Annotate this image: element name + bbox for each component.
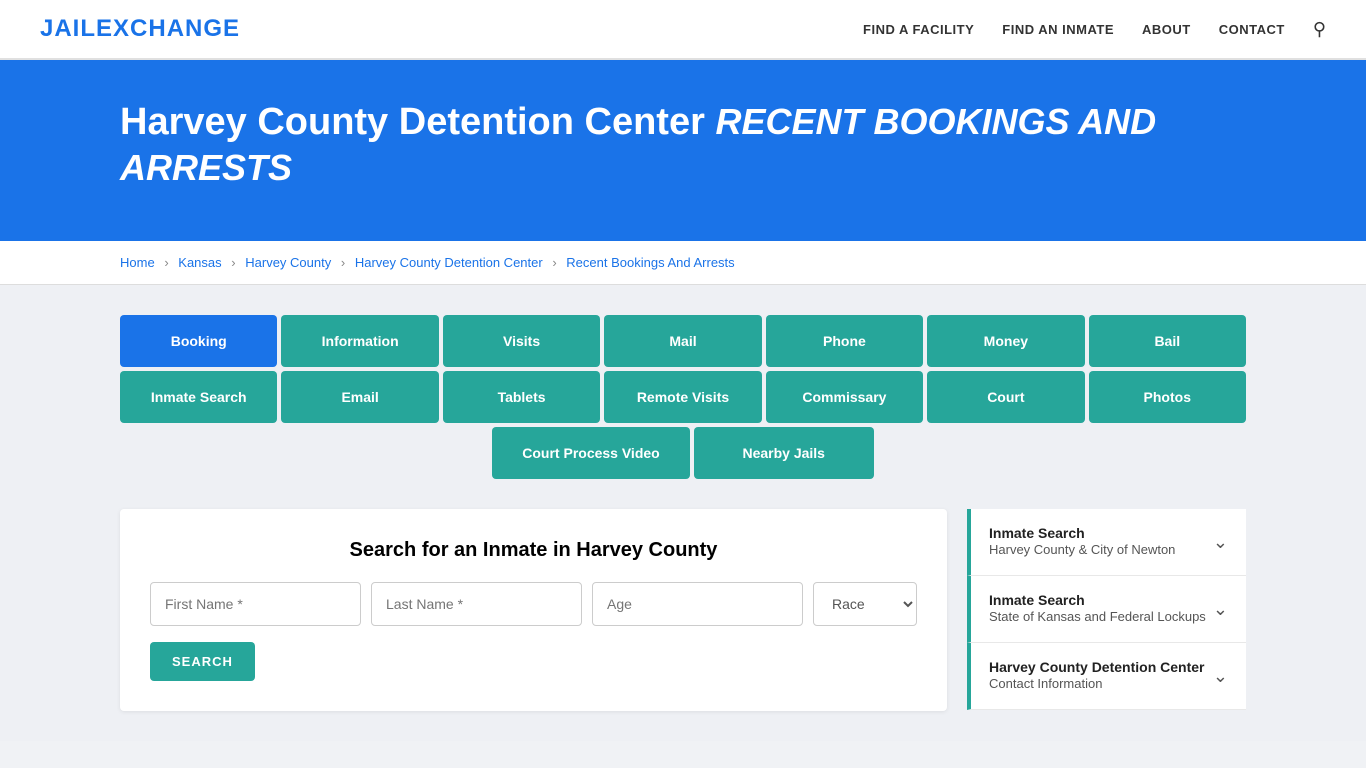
- sidebar-item-inmate-search-harvey[interactable]: Inmate Search Harvey County & City of Ne…: [967, 509, 1246, 576]
- search-button[interactable]: SEARCH: [150, 642, 255, 681]
- chevron-down-icon-3: ⌄: [1213, 666, 1228, 687]
- hero-section: Harvey County Detention Center RECENT BO…: [0, 60, 1366, 241]
- sidebar-item-title-3: Harvey County Detention Center: [989, 659, 1204, 675]
- tab-nearby-jails[interactable]: Nearby Jails: [694, 427, 874, 479]
- search-fields: Race White Black Hispanic Asian Other: [150, 582, 917, 626]
- sidebar-item-contact-info[interactable]: Harvey County Detention Center Contact I…: [967, 643, 1246, 710]
- main-content: Booking Information Visits Mail Phone Mo…: [0, 285, 1366, 741]
- tab-money[interactable]: Money: [927, 315, 1084, 367]
- tab-information[interactable]: Information: [281, 315, 438, 367]
- hero-title: Harvey County Detention Center RECENT BO…: [120, 100, 1246, 191]
- tab-mail[interactable]: Mail: [604, 315, 761, 367]
- breadcrumb-harvey-county[interactable]: Harvey County: [245, 255, 331, 270]
- age-input[interactable]: [592, 582, 803, 626]
- tab-court-process-video[interactable]: Court Process Video: [492, 427, 689, 479]
- sidebar-item-subtitle-3: Contact Information: [989, 676, 1102, 691]
- navbar: JAILEXCHANGE FIND A FACILITY FIND AN INM…: [0, 0, 1366, 60]
- tab-email[interactable]: Email: [281, 371, 438, 423]
- sidebar-item-title-1: Inmate Search: [989, 525, 1175, 541]
- lower-section: Search for an Inmate in Harvey County Ra…: [120, 509, 1246, 711]
- tab-photos[interactable]: Photos: [1089, 371, 1246, 423]
- tab-tablets[interactable]: Tablets: [443, 371, 600, 423]
- sidebar-item-title-2: Inmate Search: [989, 592, 1206, 608]
- tab-bail[interactable]: Bail: [1089, 315, 1246, 367]
- sidebar-item-subtitle-1: Harvey County & City of Newton: [989, 542, 1175, 557]
- tab-booking[interactable]: Booking: [120, 315, 277, 367]
- last-name-input[interactable]: [371, 582, 582, 626]
- breadcrumb-kansas[interactable]: Kansas: [178, 255, 221, 270]
- sidebar-item-subtitle-2: State of Kansas and Federal Lockups: [989, 609, 1206, 624]
- tab-commissary[interactable]: Commissary: [766, 371, 923, 423]
- logo-part2: EXCHANGE: [96, 15, 240, 42]
- tab-visits[interactable]: Visits: [443, 315, 600, 367]
- breadcrumb-home[interactable]: Home: [120, 255, 155, 270]
- tab-row-1: Booking Information Visits Mail Phone Mo…: [120, 315, 1246, 367]
- tab-inmate-search[interactable]: Inmate Search: [120, 371, 277, 423]
- logo-part1: JAIL: [40, 15, 96, 42]
- nav-find-inmate[interactable]: FIND AN INMATE: [1002, 22, 1114, 37]
- search-title: Search for an Inmate in Harvey County: [150, 539, 917, 562]
- nav-contact[interactable]: CONTACT: [1219, 22, 1285, 37]
- breadcrumb-detention-center[interactable]: Harvey County Detention Center: [355, 255, 543, 270]
- nav-links: FIND A FACILITY FIND AN INMATE ABOUT CON…: [863, 19, 1326, 40]
- tab-row-3: Court Process Video Nearby Jails: [120, 427, 1246, 479]
- search-icon[interactable]: ⚲: [1313, 19, 1326, 40]
- sidebar: Inmate Search Harvey County & City of Ne…: [967, 509, 1246, 711]
- race-select[interactable]: Race White Black Hispanic Asian Other: [813, 582, 917, 626]
- tab-court[interactable]: Court: [927, 371, 1084, 423]
- chevron-down-icon-1: ⌄: [1213, 532, 1228, 553]
- breadcrumb-recent-bookings[interactable]: Recent Bookings And Arrests: [566, 255, 734, 270]
- sidebar-item-inmate-search-kansas[interactable]: Inmate Search State of Kansas and Federa…: [967, 576, 1246, 643]
- nav-find-facility[interactable]: FIND A FACILITY: [863, 22, 974, 37]
- tab-remote-visits[interactable]: Remote Visits: [604, 371, 761, 423]
- first-name-input[interactable]: [150, 582, 361, 626]
- tab-phone[interactable]: Phone: [766, 315, 923, 367]
- tab-row-2: Inmate Search Email Tablets Remote Visit…: [120, 371, 1246, 423]
- breadcrumb: Home › Kansas › Harvey County › Harvey C…: [0, 241, 1366, 285]
- nav-about[interactable]: ABOUT: [1142, 22, 1191, 37]
- inmate-search-box: Search for an Inmate in Harvey County Ra…: [120, 509, 947, 711]
- chevron-down-icon-2: ⌄: [1213, 599, 1228, 620]
- logo[interactable]: JAILEXCHANGE: [40, 15, 240, 43]
